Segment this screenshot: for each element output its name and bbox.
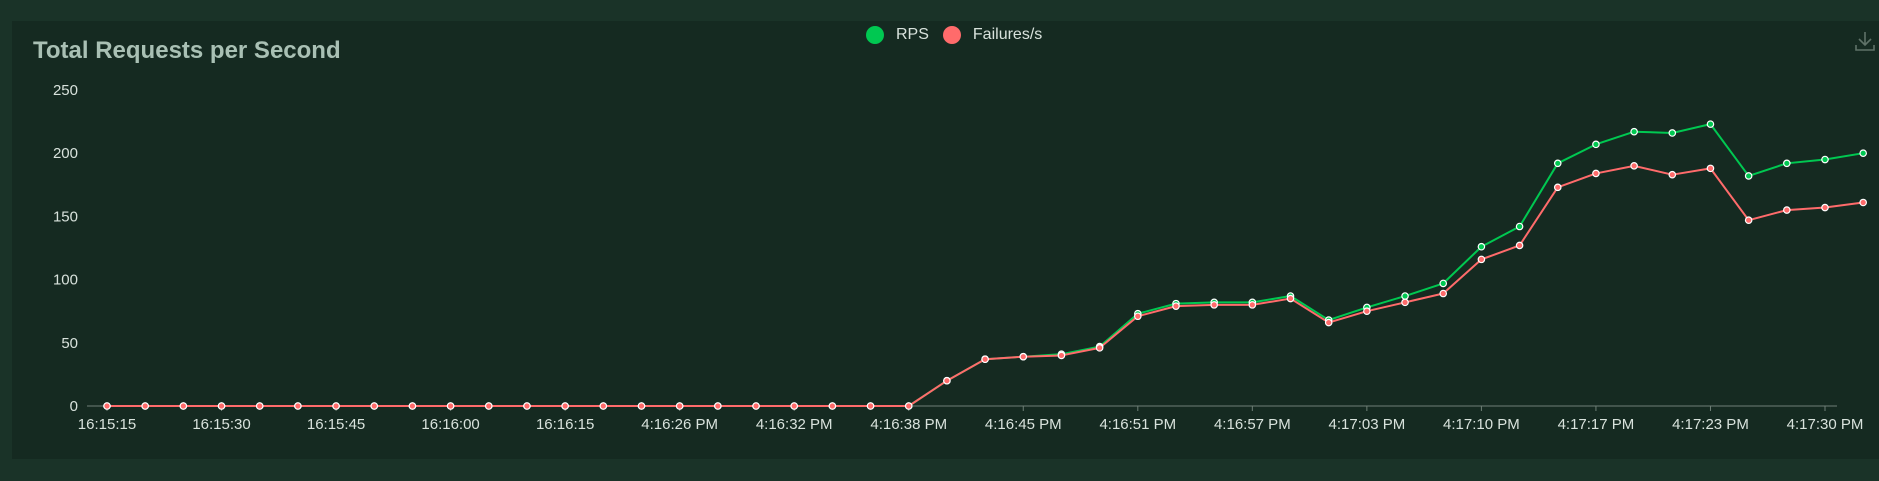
data-point-failures bbox=[1401, 298, 1409, 307]
data-point-failures bbox=[141, 402, 149, 410]
data-point-failures bbox=[637, 402, 646, 410]
data-point-failures bbox=[255, 402, 264, 410]
data-point-rps bbox=[1783, 159, 1791, 168]
data-point-failures bbox=[1324, 318, 1333, 327]
data-point-failures bbox=[561, 402, 569, 410]
x-tick-label: 4:16:51 PM bbox=[1099, 416, 1176, 433]
data-point-failures bbox=[1592, 169, 1600, 178]
data-point-failures bbox=[1668, 170, 1677, 179]
data-point-rps bbox=[1477, 242, 1486, 251]
data-point-failures bbox=[1095, 344, 1104, 352]
data-point-failures bbox=[790, 402, 799, 410]
x-tick-label: 4:16:38 PM bbox=[870, 416, 947, 433]
data-point-failures bbox=[1286, 294, 1295, 303]
data-point-rps bbox=[1553, 159, 1562, 168]
data-point-failures bbox=[904, 402, 913, 410]
data-point-failures bbox=[1515, 241, 1524, 250]
data-point-failures bbox=[599, 402, 608, 410]
data-point-failures bbox=[370, 402, 379, 410]
x-tick-label: 4:16:45 PM bbox=[985, 416, 1062, 433]
data-point-failures bbox=[332, 402, 340, 410]
data-point-failures bbox=[1439, 289, 1448, 298]
data-point-failures bbox=[675, 402, 684, 410]
data-point-failures bbox=[1630, 162, 1638, 170]
x-tick-label: 16:15:45 bbox=[307, 416, 365, 433]
data-point-failures bbox=[1821, 203, 1829, 212]
series-line-rps bbox=[107, 123, 1864, 407]
data-point-rps bbox=[1439, 279, 1448, 288]
data-point-failures bbox=[752, 402, 760, 410]
line-chart: 0 50 100 150 200 250 16:15:15 16:15:30 16:15:45 1… bbox=[53, 82, 1867, 433]
data-point-failures bbox=[179, 402, 188, 410]
data-point-failures bbox=[1553, 183, 1562, 192]
data-point-rps bbox=[1859, 149, 1867, 158]
x-tick-label: 16:15:15 bbox=[78, 416, 136, 433]
data-point-failures bbox=[1363, 307, 1371, 316]
y-tick-label: 250 bbox=[53, 82, 78, 99]
data-point-failures bbox=[1134, 312, 1142, 321]
data-point-rps bbox=[1515, 222, 1524, 231]
data-point-failures bbox=[294, 402, 302, 410]
x-tick-label: 16:15:30 bbox=[192, 416, 250, 433]
data-point-failures bbox=[408, 402, 417, 410]
data-point-rps bbox=[1592, 140, 1600, 149]
data-point-failures bbox=[1172, 302, 1180, 310]
data-point-rps bbox=[1401, 292, 1409, 300]
x-tick-label: 4:17:03 PM bbox=[1329, 416, 1406, 433]
y-tick-label: 100 bbox=[53, 272, 78, 289]
y-tick-label: 200 bbox=[53, 145, 78, 162]
data-point-rps bbox=[1630, 127, 1638, 136]
data-point-failures bbox=[1477, 255, 1486, 264]
data-point-failures bbox=[981, 355, 989, 364]
x-tick-label: 4:17:10 PM bbox=[1443, 416, 1520, 433]
x-tick-label: 4:17:30 PM bbox=[1787, 416, 1864, 433]
data-point-failures bbox=[1057, 351, 1066, 360]
data-point-failures bbox=[828, 402, 837, 410]
data-point-rps bbox=[1668, 129, 1677, 137]
data-point-failures bbox=[484, 402, 493, 410]
data-point-failures bbox=[1859, 198, 1867, 207]
data-point-failures bbox=[1248, 301, 1257, 309]
data-point-failures bbox=[523, 402, 531, 410]
data-point-failures bbox=[714, 402, 722, 410]
data-point-failures bbox=[866, 402, 875, 410]
data-point-failures bbox=[1783, 206, 1791, 214]
data-point-failures bbox=[943, 376, 951, 385]
data-point-failures bbox=[1706, 164, 1715, 173]
x-tick-label: 4:16:57 PM bbox=[1214, 416, 1291, 433]
y-tick-label: 150 bbox=[53, 208, 78, 225]
data-point-failures bbox=[1744, 216, 1753, 224]
data-point-failures bbox=[1210, 301, 1218, 309]
series-line-failures bbox=[107, 164, 1864, 407]
data-point-failures bbox=[1019, 352, 1028, 361]
data-point-failures bbox=[103, 402, 111, 410]
x-tick-label: 4:17:17 PM bbox=[1558, 416, 1635, 433]
x-tick-label: 16:16:15 bbox=[536, 416, 594, 433]
data-point-failures bbox=[446, 402, 455, 410]
y-tick-label: 50 bbox=[61, 335, 78, 352]
x-tick-label: 4:16:26 PM bbox=[641, 416, 718, 433]
x-tick-label: 4:16:32 PM bbox=[756, 416, 833, 433]
x-tick-label: 16:16:00 bbox=[421, 416, 479, 433]
data-point-rps bbox=[1706, 120, 1715, 128]
data-point-rps bbox=[1821, 155, 1829, 164]
data-point-rps bbox=[1744, 172, 1753, 180]
data-point-failures bbox=[217, 402, 226, 410]
chart-panel: Total Requests per Second RPS Failures/s… bbox=[12, 21, 1879, 459]
x-tick-label: 4:17:23 PM bbox=[1672, 416, 1749, 433]
y-tick-label: 0 bbox=[70, 398, 78, 415]
